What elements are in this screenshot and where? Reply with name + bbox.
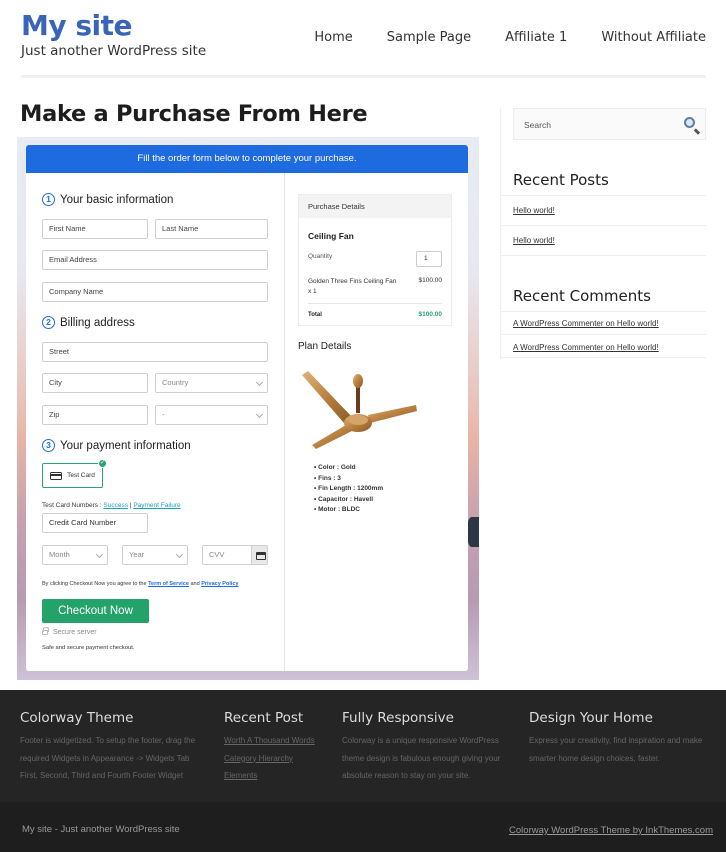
search-input[interactable]: Search — [513, 108, 706, 140]
purchase-details: Purchase Details Ceiling Fan Quantity 1 … — [298, 194, 452, 326]
section-title: Billing address — [60, 316, 135, 329]
payment-failure-link[interactable]: Payment Failure — [133, 502, 180, 509]
step-number-3: 3 — [42, 439, 55, 452]
section-payment: 3 Your payment information — [42, 439, 191, 452]
checkout-now-button[interactable]: Checkout Now — [42, 599, 149, 623]
secure-server: Secure server — [42, 627, 97, 636]
footer-post-link[interactable]: Worth A Thousand Words — [224, 732, 315, 750]
chevron-down-icon — [175, 550, 184, 559]
terms-text: By clicking Checkout Now you agree to th… — [42, 581, 239, 587]
city-input[interactable]: City — [42, 373, 148, 393]
header-divider — [21, 75, 706, 78]
footer-post-link[interactable]: Category Hierarchy — [224, 750, 315, 768]
company-input[interactable]: Company Name — [42, 282, 268, 302]
payment-method-test-card[interactable]: Test Card ✓ — [42, 459, 107, 488]
section-basic-info: 1 Your basic information — [42, 193, 173, 206]
main-nav: Home Sample Page Affiliate 1 Without Aff… — [280, 30, 706, 45]
privacy-policy-link[interactable]: Privacy Policy — [201, 581, 238, 587]
checkmark-icon: ✓ — [98, 459, 107, 468]
footer-site-credit: My site - Just another WordPress site — [22, 824, 180, 835]
footer-post-link[interactable]: Elements — [224, 767, 315, 785]
footer-col-recent-post: Recent Post Worth A Thousand Words Categ… — [224, 710, 315, 785]
nav-sample-page[interactable]: Sample Page — [387, 30, 471, 45]
first-name-input[interactable]: First Name — [42, 219, 148, 239]
fan-blade — [302, 371, 352, 423]
total-amount: $100.00 — [418, 311, 443, 318]
country-select[interactable]: Country — [155, 373, 268, 393]
quantity-label: Quantity — [308, 253, 333, 260]
theme-credit-link[interactable]: Colorway WordPress Theme by InkThemes.co… — [509, 825, 713, 836]
recent-comment-link[interactable]: A WordPress Commenter on Hello world! — [513, 343, 659, 352]
purchase-details-header: Purchase Details — [299, 195, 451, 218]
credit-card-number-input[interactable]: Credit Card Number — [42, 513, 148, 533]
success-link[interactable]: Success — [103, 502, 128, 509]
total-label: Total — [308, 312, 322, 318]
section-title: Your payment information — [60, 439, 191, 452]
spec-item: Motor : BLDC — [314, 505, 383, 516]
chevron-down-icon — [255, 410, 264, 419]
line-item-price: $100.00 — [418, 277, 443, 284]
terms-of-service-link[interactable]: Term of Service — [148, 581, 189, 587]
chevron-down-icon — [255, 378, 264, 387]
spec-item: Fins : 3 — [314, 474, 383, 485]
zip-input[interactable]: Zip — [42, 405, 148, 425]
chevron-down-icon — [95, 550, 104, 559]
footer-col-responsive: Fully Responsive Colorway is a unique re… — [342, 710, 501, 780]
form-banner: Fill the order form below to complete yo… — [26, 145, 468, 173]
step-number-2: 2 — [42, 316, 55, 329]
line-item-name: Golden Three Fins Ceiling Fan x 1 — [308, 278, 397, 295]
spec-item: Color : Gold — [314, 463, 383, 474]
order-form: Fill the order form below to complete yo… — [26, 145, 468, 671]
secure-note: Safe and secure payment checkout. — [42, 645, 135, 651]
search-icon[interactable] — [684, 117, 695, 128]
ceiling-fan-image — [302, 371, 417, 449]
last-name-input[interactable]: Last Name — [155, 219, 268, 239]
spec-item: Capacitor : Havell — [314, 495, 383, 506]
test-card-numbers: Test Card Numbers : Success | Payment Fa… — [42, 502, 181, 509]
recent-post-link[interactable]: Hello world! — [513, 236, 555, 245]
recent-post-link[interactable]: Hello world! — [513, 206, 555, 215]
page-title: Make a Purchase From Here — [20, 101, 368, 127]
fan-blade — [312, 425, 352, 449]
recent-comments-title: Recent Comments — [513, 287, 651, 305]
footer-col-colorway: Colorway Theme Footer is widgetized. To … — [20, 710, 196, 780]
cvv-input[interactable]: CVV — [202, 545, 268, 565]
footer: Colorway Theme Footer is widgetized. To … — [0, 690, 726, 802]
lock-icon — [42, 627, 49, 635]
nav-home[interactable]: Home — [314, 30, 352, 45]
product-name: Ceiling Fan — [308, 231, 354, 241]
year-select[interactable]: Year — [122, 545, 188, 565]
nav-without-affiliate[interactable]: Without Affiliate — [601, 30, 706, 45]
card-cvv-icon — [251, 546, 267, 564]
step-number-1: 1 — [42, 193, 55, 206]
fan-blade — [368, 405, 417, 423]
plan-specs: Color : Gold Fins : 3 Fin Length : 1200m… — [314, 463, 383, 516]
section-title: Your basic information — [60, 193, 174, 206]
spec-item: Fin Length : 1200mm — [314, 484, 383, 495]
recent-comment-link[interactable]: A WordPress Commenter on Hello world! — [513, 319, 659, 328]
credit-card-icon — [50, 471, 63, 480]
state-select[interactable]: - — [155, 405, 268, 425]
footer-bottom-bar: My site - Just another WordPress site Co… — [0, 802, 726, 852]
nav-affiliate-1[interactable]: Affiliate 1 — [505, 30, 567, 45]
recent-posts-title: Recent Posts — [513, 171, 609, 189]
site-title[interactable]: My site — [21, 9, 133, 42]
quantity-input[interactable]: 1 — [416, 251, 442, 267]
section-billing: 2 Billing address — [42, 316, 135, 329]
plan-details-title: Plan Details — [298, 341, 352, 352]
site-tagline: Just another WordPress site — [21, 43, 207, 59]
street-input[interactable]: Street — [42, 342, 268, 362]
footer-col-design-home: Design Your Home Express your creativity… — [529, 710, 703, 763]
month-select[interactable]: Month — [42, 545, 108, 565]
email-input[interactable]: Email Address — [42, 250, 268, 270]
